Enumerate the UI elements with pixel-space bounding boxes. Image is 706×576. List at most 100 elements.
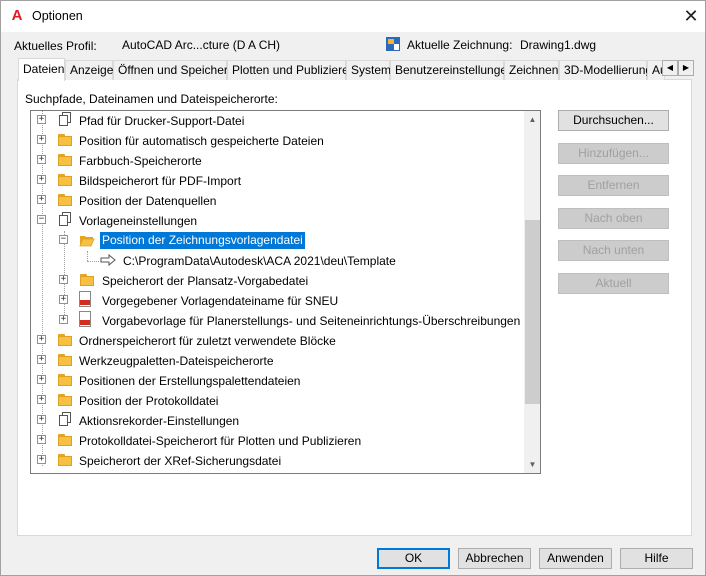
expand-icon[interactable]: + <box>37 195 46 204</box>
tab-3d-modellierung[interactable]: 3D-Modellierung <box>559 60 652 80</box>
expand-icon[interactable]: + <box>37 175 46 184</box>
tree-item-label: Position für automatisch gespeicherte Da… <box>79 134 324 148</box>
open-folder-icon <box>79 236 95 247</box>
move-down-button[interactable]: Nach unten <box>558 240 669 261</box>
expand-icon[interactable]: + <box>37 435 46 444</box>
remove-button[interactable]: Entfernen <box>558 175 669 196</box>
sheets-icon <box>57 212 73 228</box>
expand-icon[interactable]: + <box>37 415 46 424</box>
tree-guide-line <box>87 261 99 262</box>
tree-item-label: Vorlageneinstellungen <box>79 214 198 228</box>
folder-icon <box>57 392 73 408</box>
section-label: Suchpfade, Dateinamen und Dateispeichero… <box>25 92 278 106</box>
tab-dateien[interactable]: Dateien <box>18 58 65 81</box>
set-current-button[interactable]: Aktuell <box>558 273 669 294</box>
apply-button[interactable]: Anwenden <box>539 548 612 569</box>
tree-item-selected[interactable]: − Position der Zeichnungsvorlagendatei <box>31 231 524 251</box>
tab-zeichnen[interactable]: Zeichnen <box>504 60 559 80</box>
folder-icon <box>57 432 73 448</box>
expand-icon[interactable]: + <box>37 335 46 344</box>
drawing-value: Drawing1.dwg <box>520 38 597 52</box>
autocad-a-icon: A <box>11 7 23 24</box>
tab-oeffnen-speichern[interactable]: Öffnen und Speichern <box>113 60 235 80</box>
tree-item[interactable]: C:\ProgramData\Autodesk\ACA 2021\deu\Tem… <box>31 251 524 271</box>
tree-item[interactable]: + Speicherort der Plansatz-Vorgabedatei <box>31 271 524 291</box>
title-bar: A Optionen ✕ <box>1 1 705 32</box>
profile-value: AutoCAD Arc...cture (D A CH) <box>122 38 281 52</box>
tab-anzeige[interactable]: Anzeige <box>65 60 113 80</box>
browse-button[interactable]: Durchsuchen... <box>558 110 669 131</box>
expand-icon[interactable]: + <box>37 455 46 464</box>
folder-icon <box>57 372 73 388</box>
tree-item[interactable]: + Position für automatisch gespeicherte … <box>31 131 524 151</box>
help-button[interactable]: Hilfe <box>620 548 693 569</box>
tab-scroll-right-icon[interactable]: ▶ <box>678 60 694 76</box>
scrollbar-thumb[interactable] <box>525 220 540 404</box>
expand-icon[interactable]: + <box>59 295 68 304</box>
tree-item[interactable]: + Speicherort der XRef-Sicherungsdatei <box>31 451 524 471</box>
folder-icon <box>57 332 73 348</box>
folder-icon <box>57 452 73 468</box>
folder-icon <box>57 352 73 368</box>
expand-icon[interactable]: + <box>37 155 46 164</box>
tree-item[interactable]: + Werkzeugpaletten-Dateispeicherorte <box>31 351 524 371</box>
tree-item[interactable]: + Protokolldatei-Speicherort für Plotten… <box>31 431 524 451</box>
tab-system[interactable]: System <box>346 60 391 80</box>
tree-item-label: Position der Protokolldatei <box>79 394 219 408</box>
expand-icon[interactable]: + <box>37 355 46 364</box>
arrow-icon <box>100 253 116 267</box>
tab-strip: Dateien Anzeige Öffnen und Speichern Plo… <box>18 58 698 81</box>
tree-item[interactable]: + Farbbuch-Speicherorte <box>31 151 524 171</box>
tree-item[interactable]: + Aktionsrekorder-Einstellungen <box>31 411 524 431</box>
tree-item-label: Vorgegebener Vorlagendateiname für SNEU <box>102 294 339 308</box>
tab-plotten-publizieren[interactable]: Plotten und Publizieren <box>227 60 355 80</box>
dwt-file-icon <box>79 291 91 307</box>
close-icon[interactable]: ✕ <box>679 4 703 28</box>
tree-item[interactable]: + Pfad für Drucker-Support-Datei <box>31 111 524 131</box>
tree-item-label: Speicherort der Plansatz-Vorgabedatei <box>102 274 309 288</box>
folder-icon <box>57 152 73 168</box>
tree-item-label: Vorgabevorlage für Planerstellungs- und … <box>102 314 521 328</box>
expand-icon[interactable]: + <box>37 375 46 384</box>
tree-item[interactable]: + Vorgegebener Vorlagendateiname für SNE… <box>31 291 524 311</box>
collapse-icon[interactable]: − <box>37 215 46 224</box>
tree-item[interactable]: − Vorlageneinstellungen <box>31 211 524 231</box>
add-button[interactable]: Hinzufügen... <box>558 143 669 164</box>
scroll-down-icon[interactable]: ▼ <box>524 456 540 473</box>
tree-item[interactable]: + Position der Protokolldatei <box>31 391 524 411</box>
drawing-file-icon <box>386 37 400 51</box>
expand-icon[interactable]: + <box>37 395 46 404</box>
scroll-up-icon[interactable]: ▲ <box>524 111 540 128</box>
tree-item-label: C:\ProgramData\Autodesk\ACA 2021\deu\Tem… <box>123 254 396 268</box>
sheets-icon <box>57 412 73 428</box>
move-up-button[interactable]: Nach oben <box>558 208 669 229</box>
options-dialog: A Optionen ✕ Aktuelles Profil: AutoCAD A… <box>0 0 706 576</box>
tree-item[interactable]: + Position der Datenquellen <box>31 191 524 211</box>
expand-icon[interactable]: + <box>59 315 68 324</box>
tree-item-label: Ordnerspeicherort für zuletzt verwendete… <box>79 334 336 348</box>
expand-icon[interactable]: + <box>37 115 46 124</box>
tree-item-label: Bildspeicherort für PDF-Import <box>79 174 242 188</box>
tree-item-label: Positionen der Erstellungspalettendateie… <box>79 374 301 388</box>
tree-item[interactable]: + Positionen der Erstellungspalettendate… <box>31 371 524 391</box>
file-paths-tree[interactable]: + Pfad für Drucker-Support-Datei + Posit… <box>30 110 541 474</box>
ok-button[interactable]: OK <box>377 548 450 569</box>
tree-item-label: Speicherort der XRef-Sicherungsdatei <box>79 454 282 468</box>
profile-label: Aktuelles Profil: <box>14 39 97 53</box>
expand-icon[interactable]: + <box>37 135 46 144</box>
tree-vertical-scrollbar[interactable]: ▲ ▼ <box>524 111 540 473</box>
tree-item-label: Position der Datenquellen <box>79 194 217 208</box>
tree-item[interactable]: + Ordnerspeicherort für zuletzt verwende… <box>31 331 524 351</box>
tree-item[interactable]: + Vorgabevorlage für Planerstellungs- un… <box>31 311 524 331</box>
drawing-label: Aktuelle Zeichnung: <box>407 38 513 52</box>
expand-icon[interactable]: + <box>59 275 68 284</box>
tree-item[interactable]: + Bildspeicherort für PDF-Import <box>31 171 524 191</box>
tree-item-label: Aktionsrekorder-Einstellungen <box>79 414 240 428</box>
cancel-button[interactable]: Abbrechen <box>458 548 531 569</box>
tab-scroll-left-icon[interactable]: ◀ <box>662 60 678 76</box>
folder-icon <box>57 132 73 148</box>
collapse-icon[interactable]: − <box>59 235 68 244</box>
folder-icon <box>57 172 73 188</box>
tab-benutzereinstellungen[interactable]: Benutzereinstellungen <box>390 60 514 80</box>
window-title: Optionen <box>32 9 83 23</box>
